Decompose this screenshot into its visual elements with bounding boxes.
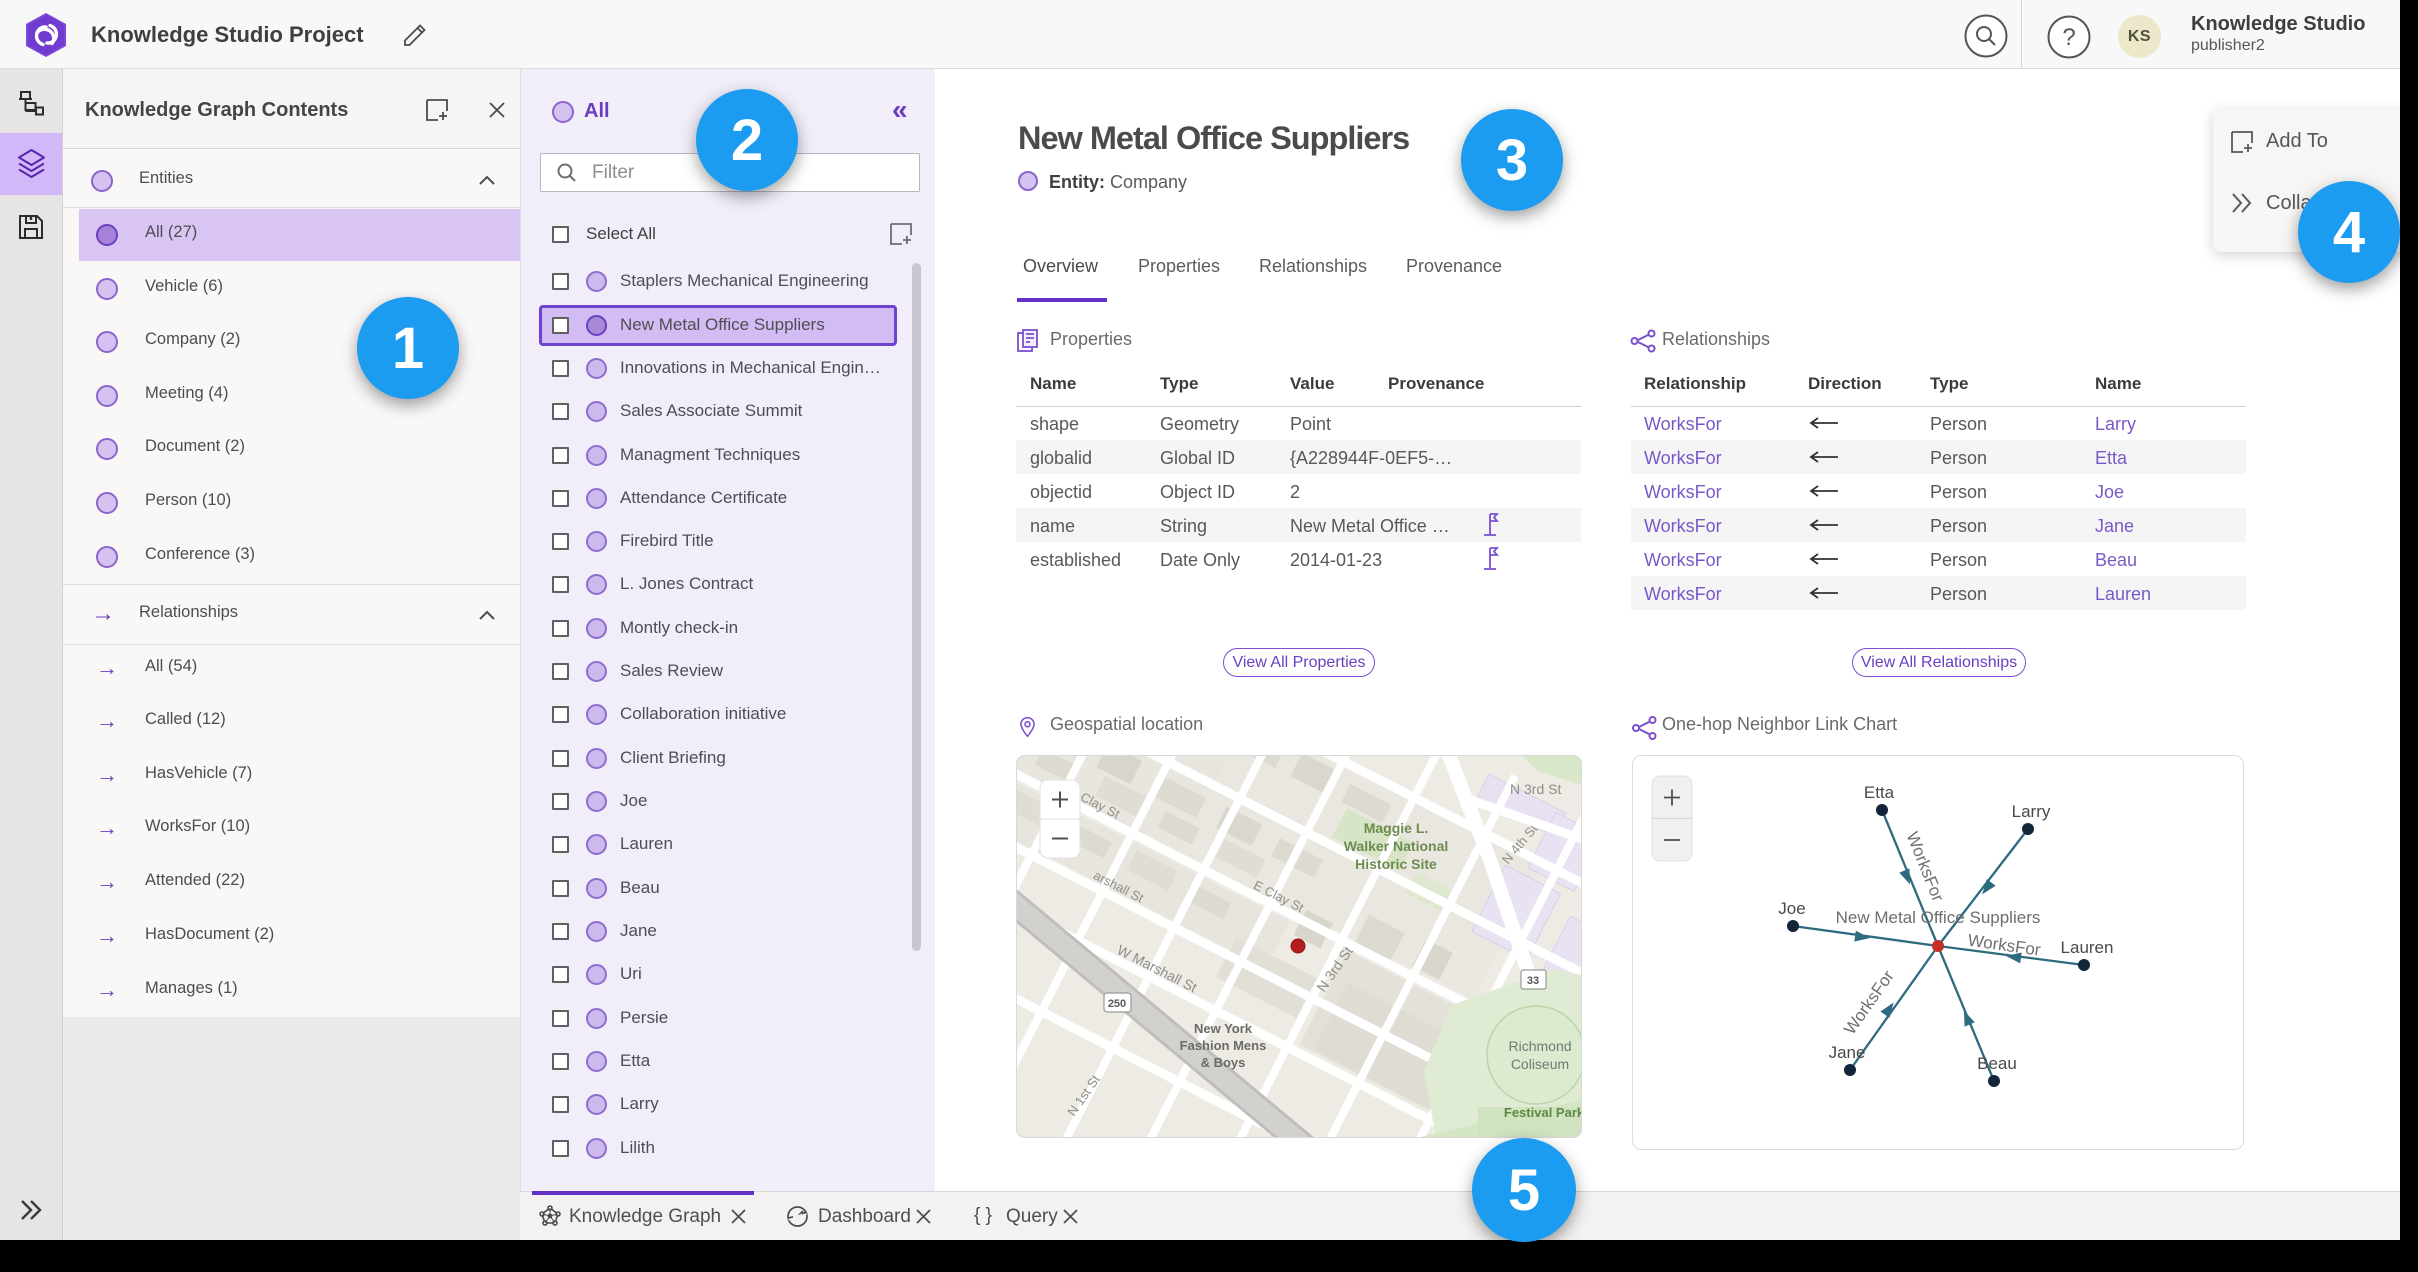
svg-text:33: 33 bbox=[1527, 975, 1539, 987]
svg-text:Walker National: Walker National bbox=[1344, 838, 1449, 854]
svg-text:?: ? bbox=[2062, 24, 2075, 51]
svg-text:Maggie L.: Maggie L. bbox=[1364, 820, 1429, 836]
svg-text:Joe: Joe bbox=[1778, 899, 1805, 918]
svg-text:New York: New York bbox=[1194, 1021, 1253, 1036]
svg-text:Beau: Beau bbox=[1977, 1054, 2017, 1073]
svg-text:Fashion Mens: Fashion Mens bbox=[1180, 1038, 1267, 1053]
svg-text:250: 250 bbox=[1108, 998, 1126, 1010]
svg-text:Historic Site: Historic Site bbox=[1355, 856, 1437, 872]
svg-text:Festival Park: Festival Park bbox=[1504, 1105, 1582, 1120]
svg-text:Richmond: Richmond bbox=[1508, 1038, 1571, 1054]
svg-text:New Metal Office Suppliers: New Metal Office Suppliers bbox=[1836, 908, 2041, 927]
svg-text:Larry: Larry bbox=[2012, 802, 2051, 821]
svg-text:Coliseum: Coliseum bbox=[1511, 1056, 1569, 1072]
svg-text:Jane: Jane bbox=[1829, 1043, 1866, 1062]
svg-text:& Boys: & Boys bbox=[1201, 1055, 1246, 1070]
svg-text:N 3rd St: N 3rd St bbox=[1510, 781, 1561, 797]
svg-text:Lauren: Lauren bbox=[2061, 938, 2114, 957]
svg-text:Etta: Etta bbox=[1864, 783, 1895, 802]
